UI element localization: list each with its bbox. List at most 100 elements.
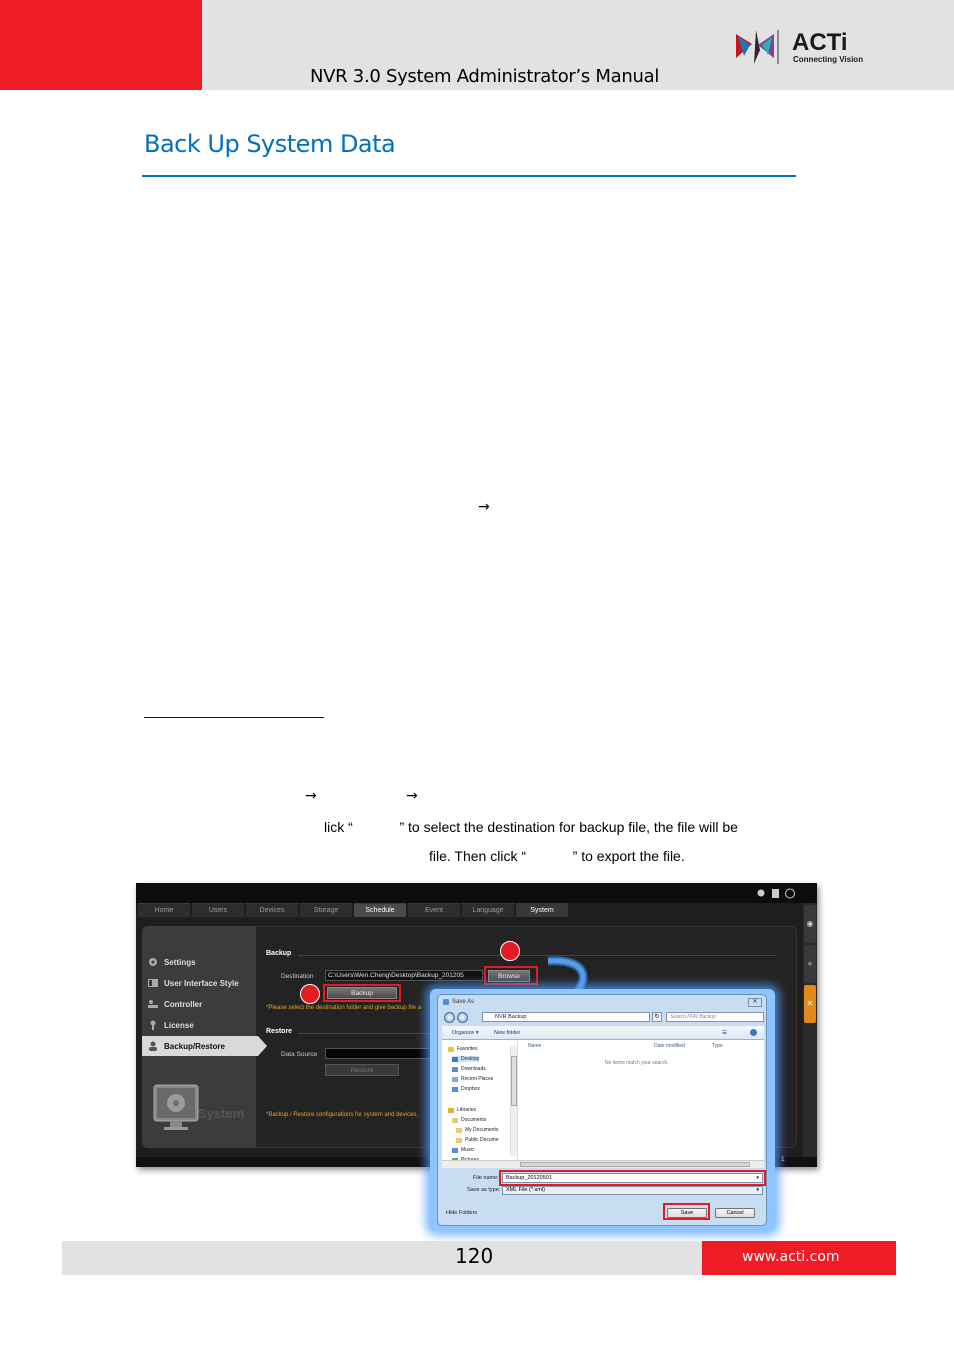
music-icon: [452, 1147, 458, 1153]
save-highlight: [663, 1203, 710, 1220]
layout-icon: [148, 978, 158, 988]
save-type-select[interactable]: XML File (*.xml) ▾: [502, 1186, 763, 1195]
star-icon: [448, 1046, 454, 1052]
column-date[interactable]: Date modified: [654, 1043, 685, 1049]
dialog-body: Favorites Desktop Downloads Recent Place…: [442, 1040, 764, 1168]
tab-home[interactable]: Home: [138, 903, 190, 917]
help-icon[interactable]: [750, 1029, 757, 1036]
view-icon[interactable]: ☰: [722, 1030, 727, 1036]
user-icon: [148, 1041, 158, 1051]
hide-folders-label: Hide Folders: [446, 1210, 478, 1216]
desktop-icon: [452, 1056, 458, 1062]
logo-subtext: Connecting Vision: [793, 55, 864, 64]
restore-button[interactable]: Restore: [325, 1064, 399, 1076]
address-text: NVR Backup: [495, 1014, 527, 1020]
tab-devices[interactable]: Devices: [246, 903, 298, 917]
nav-label: My Documents: [465, 1127, 499, 1133]
destination-field[interactable]: C:\Users\Wen.Cheng\Desktop\Backup_201205: [325, 970, 483, 981]
title-underline: [142, 175, 796, 177]
nav-scroll-thumb[interactable]: [511, 1056, 517, 1106]
tab-language[interactable]: Language: [462, 903, 514, 917]
address-bar[interactable]: NVR Backup: [482, 1012, 650, 1022]
tab-schedule[interactable]: Schedule: [354, 903, 406, 917]
menu-item-label: License: [164, 1020, 194, 1030]
nav-libraries[interactable]: Libraries: [448, 1107, 476, 1113]
nav-music[interactable]: Music: [452, 1147, 474, 1153]
h-scroll-thumb[interactable]: [520, 1162, 750, 1167]
backup-highlight: [323, 984, 401, 1002]
nav-scrollbar[interactable]: [510, 1046, 517, 1156]
horizontal-scrollbar[interactable]: [442, 1160, 764, 1168]
nav-favorites[interactable]: Favorites: [448, 1046, 478, 1052]
nav-downloads[interactable]: Downloads: [452, 1066, 486, 1072]
chevron-down-icon[interactable]: ▾: [756, 1187, 759, 1194]
menu-item-settings[interactable]: Settings: [148, 957, 196, 967]
organize-button[interactable]: Organize ▾: [452, 1030, 479, 1036]
close-icon[interactable]: ✕: [748, 998, 762, 1007]
dropbox-icon: [452, 1086, 458, 1092]
menu-item-label: Controller: [164, 999, 203, 1009]
search-input[interactable]: Search NVR Backup: [666, 1012, 764, 1022]
data-source-field[interactable]: [325, 1048, 445, 1059]
body-line: file. Then click “ ” to export the file.: [429, 848, 685, 864]
step-3-marker: [300, 984, 320, 1004]
browse-highlight: [484, 966, 538, 985]
nav-label: Desktop: [461, 1056, 480, 1062]
cancel-button[interactable]: Cancel: [715, 1208, 755, 1218]
column-type[interactable]: Type: [712, 1043, 723, 1049]
header-red-block: [0, 0, 202, 90]
footer-bar: [62, 1241, 702, 1275]
menu-item-controller[interactable]: Controller: [148, 999, 202, 1009]
nav-label: Documents: [461, 1117, 487, 1123]
library-icon: [448, 1107, 454, 1113]
tab-event[interactable]: Event: [408, 903, 460, 917]
footer-url[interactable]: www.acti.com: [742, 1249, 840, 1265]
tab-system[interactable]: System: [516, 903, 568, 917]
menu-item-label: User Interface Style: [164, 978, 239, 988]
nav-recent-places[interactable]: Recent Places: [452, 1076, 493, 1082]
key-icon: [148, 1020, 158, 1030]
tab-storage[interactable]: Storage: [300, 903, 352, 917]
nav-label: Downloads: [461, 1066, 486, 1072]
user-count: 1: [781, 1156, 785, 1163]
system-label: System: [198, 1106, 245, 1121]
acti-logo: ACTi Connecting Vision: [734, 28, 874, 68]
manual-title: NVR 3.0 System Administrator’s Manual: [310, 66, 660, 87]
menu-item-license[interactable]: License: [148, 1020, 194, 1030]
nav-label: Dropbox: [461, 1086, 480, 1092]
footer-note: *Backup / Restore configurations for sys…: [266, 1112, 419, 1118]
gear-icon: [148, 957, 158, 967]
forward-nav-icon[interactable]: [457, 1012, 468, 1023]
nav-label: Libraries: [457, 1107, 477, 1113]
logo-text: ACTi: [792, 29, 848, 56]
nav-public-documents[interactable]: Public Docume: [456, 1137, 499, 1143]
nvr-top-bar: [136, 883, 817, 903]
menu-item-ui-style[interactable]: User Interface Style: [148, 978, 239, 988]
save-type-value: XML File (*.xml): [506, 1187, 545, 1193]
save-as-dialog: Save As ✕ NVR Backup ↻ Search NVR Backup…: [437, 994, 767, 1226]
tools-icon[interactable]: ✕: [804, 985, 816, 1023]
forward-icon[interactable]: »: [804, 945, 816, 983]
back-icon[interactable]: [444, 1012, 455, 1023]
file-name-highlight: [499, 1170, 766, 1186]
new-folder-button[interactable]: New folder: [494, 1030, 520, 1036]
nav-my-documents[interactable]: My Documents: [456, 1127, 498, 1133]
nav-label: Public Docume: [465, 1137, 499, 1143]
nav-desktop[interactable]: Desktop: [452, 1056, 480, 1062]
nav-label: Recent Places: [461, 1076, 494, 1082]
menu-item-backup-restore[interactable]: Backup/Restore: [148, 1041, 225, 1051]
nvr-tabs: Home Users Devices Storage Schedule Even…: [138, 903, 570, 917]
nav-tree: Favorites Desktop Downloads Recent Place…: [442, 1040, 518, 1168]
refresh-icon[interactable]: ↻: [652, 1012, 662, 1022]
eye-icon[interactable]: ◉: [804, 905, 816, 943]
restore-section-label: Restore: [266, 1028, 293, 1035]
nav-dropbox[interactable]: Dropbox: [452, 1086, 480, 1092]
backup-note: *Please select the destination folder an…: [266, 1005, 422, 1011]
recent-icon: [452, 1076, 458, 1082]
nav-documents[interactable]: Documents: [452, 1117, 486, 1123]
hide-folders-toggle[interactable]: Hide Folders: [446, 1210, 477, 1216]
tab-users[interactable]: Users: [192, 903, 244, 917]
column-name[interactable]: Name: [528, 1043, 541, 1049]
menu-item-label: Backup/Restore: [164, 1041, 225, 1051]
arrow-glyph: →: [406, 788, 418, 804]
